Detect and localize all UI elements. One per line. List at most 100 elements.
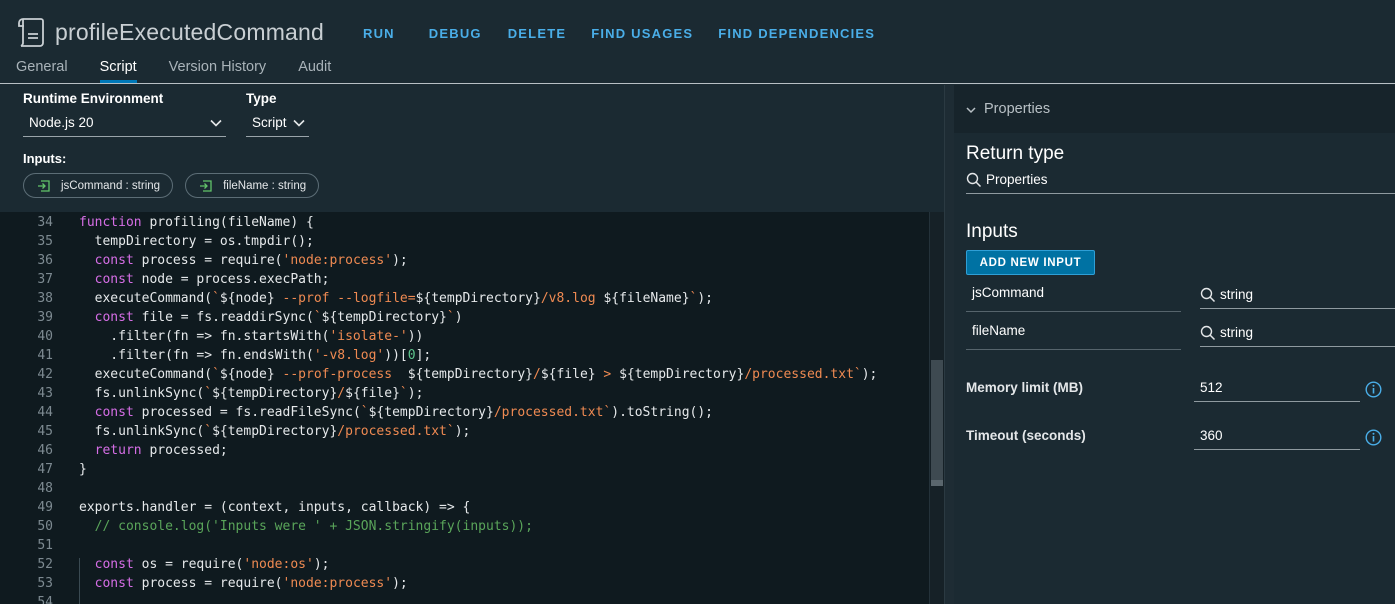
code-text: return processed; bbox=[94, 443, 228, 458]
inputs-label: Inputs: bbox=[23, 151, 67, 166]
code-line[interactable]: 53 const process = require('node:process… bbox=[0, 574, 929, 593]
panel-splitter[interactable] bbox=[944, 85, 954, 604]
editor-scrollbar-marker bbox=[931, 480, 943, 486]
code-line[interactable]: 49 exports.handler = (context, inputs, ca… bbox=[0, 498, 929, 517]
script-config-panel: Runtime Environment Node.js 20 Type Scri… bbox=[0, 85, 944, 212]
input-type-value: string bbox=[1220, 287, 1254, 302]
code-text: tempDirectory = os.tmpdir(); bbox=[79, 234, 314, 249]
input-name-field[interactable]: jsCommand bbox=[966, 284, 1181, 312]
code-line[interactable]: 36 const process = require('node:process… bbox=[0, 251, 929, 270]
code-line[interactable]: 44 const processed = fs.readFileSync(`${… bbox=[0, 403, 929, 422]
input-chip-label: jsCommand : string bbox=[61, 179, 161, 192]
code-line[interactable]: 43 fs.unlinkSync(`${tempDirectory}/${fil… bbox=[0, 384, 929, 403]
line-number: 39 bbox=[37, 310, 53, 325]
add-new-input-button[interactable]: ADD NEW INPUT bbox=[966, 250, 1095, 275]
line-number: 38 bbox=[37, 291, 53, 306]
code-text: exports.handler = (context, inputs, call… bbox=[79, 500, 471, 515]
runtime-environment-select[interactable]: Node.js 20 bbox=[23, 111, 226, 137]
input-name-field[interactable]: fileName bbox=[966, 322, 1181, 350]
line-number: 37 bbox=[37, 272, 53, 287]
code-line[interactable]: 35 tempDirectory = os.tmpdir(); bbox=[0, 232, 929, 251]
code-editor[interactable]: 54 53 const process = require('node:proce… bbox=[0, 212, 944, 604]
editor-scrollbar-thumb[interactable] bbox=[931, 360, 943, 480]
code-line[interactable]: 41 .filter(fn => fn.endsWith('-v8.log'))… bbox=[0, 346, 929, 365]
code-text: fs.unlinkSync(`${tempDirectory}/${file}`… bbox=[79, 386, 424, 401]
header-bar: profileExecutedCommand RUN DEBUG DELETE … bbox=[0, 0, 1395, 84]
line-number: 53 bbox=[37, 576, 53, 591]
find-usages-button[interactable]: FIND USAGES bbox=[591, 26, 693, 41]
code-line[interactable]: 47} bbox=[0, 460, 929, 479]
code-line[interactable]: 45 fs.unlinkSync(`${tempDirectory}/proce… bbox=[0, 422, 929, 441]
script-document-icon bbox=[18, 18, 44, 47]
input-type-value: string bbox=[1220, 325, 1254, 340]
info-icon[interactable] bbox=[1365, 381, 1382, 398]
line-number: 35 bbox=[37, 234, 53, 249]
line-number: 49 bbox=[37, 500, 53, 515]
code-line[interactable]: 46 return processed; bbox=[0, 441, 929, 460]
return-type-field[interactable]: Properties bbox=[966, 166, 1395, 194]
line-number: 47 bbox=[37, 462, 53, 477]
code-text: fs.unlinkSync(`${tempDirectory}/processe… bbox=[79, 424, 471, 439]
code-text: const process = require('node:process'); bbox=[94, 576, 408, 591]
line-number: 40 bbox=[37, 329, 53, 344]
input-param-icon bbox=[200, 179, 212, 192]
page-title: profileExecutedCommand bbox=[55, 19, 325, 45]
find-dependencies-button[interactable]: FIND DEPENDENCIES bbox=[718, 26, 875, 41]
input-chip-jscommand[interactable]: jsCommand : string bbox=[23, 173, 174, 198]
tab-script[interactable]: Script bbox=[99, 59, 137, 83]
line-number: 46 bbox=[37, 443, 53, 458]
line-number: 44 bbox=[37, 405, 53, 420]
code-line[interactable]: 40 .filter(fn => fn.startsWith('isolate-… bbox=[0, 327, 929, 346]
line-number: 36 bbox=[37, 253, 53, 268]
code-line[interactable]: 48 bbox=[0, 479, 929, 498]
code-line[interactable]: 34 function profiling(fileName) { bbox=[0, 213, 929, 232]
code-text: } bbox=[79, 462, 87, 477]
search-icon bbox=[966, 172, 982, 187]
code-text: const processed = fs.readFileSync(`${tem… bbox=[94, 405, 713, 420]
code-line[interactable]: 51 bbox=[0, 536, 929, 555]
code-text: const file = fs.readdirSync(`${tempDirec… bbox=[94, 310, 463, 325]
line-number: 41 bbox=[37, 348, 53, 363]
debug-button[interactable]: DEBUG bbox=[429, 26, 482, 41]
code-text: .filter(fn => fn.startsWith('isolate-')) bbox=[79, 329, 424, 344]
code-line[interactable]: 42 executeCommand(`${node} --prof-proces… bbox=[0, 365, 929, 384]
line-number: 42 bbox=[37, 367, 53, 382]
type-value: Script bbox=[252, 115, 287, 130]
code-line[interactable]: 50 // console.log('Inputs were ' + JSON.… bbox=[0, 517, 929, 536]
line-number: 43 bbox=[37, 386, 53, 401]
tab-bar: General Script Version History Audit bbox=[16, 59, 363, 83]
tab-audit[interactable]: Audit bbox=[298, 59, 331, 83]
tab-general[interactable]: General bbox=[16, 59, 68, 83]
memory-limit-label: Memory limit (MB) bbox=[966, 380, 1084, 395]
input-type-field[interactable]: string bbox=[1200, 281, 1395, 309]
timeout-input[interactable]: 360 bbox=[1194, 424, 1360, 450]
code-line[interactable]: 54 bbox=[0, 593, 929, 604]
code-text: const node = process.execPath; bbox=[94, 272, 330, 287]
delete-button[interactable]: DELETE bbox=[508, 26, 566, 41]
input-param-icon bbox=[38, 179, 50, 192]
inputs-title: Inputs bbox=[966, 221, 1018, 242]
chevron-down-icon bbox=[293, 119, 305, 127]
tab-version-history[interactable]: Version History bbox=[169, 59, 267, 83]
code-line[interactable]: 52 const os = require('node:os'); bbox=[0, 555, 929, 574]
code-line[interactable]: 37 const node = process.execPath; bbox=[0, 270, 929, 289]
run-button[interactable]: RUN bbox=[363, 26, 395, 41]
runtime-environment-label: Runtime Environment bbox=[23, 91, 164, 106]
line-number: 50 bbox=[37, 519, 53, 534]
line-number: 45 bbox=[37, 424, 53, 439]
line-number: 34 bbox=[37, 215, 53, 230]
code-line[interactable]: 38 executeCommand(`${node} --prof --logf… bbox=[0, 289, 929, 308]
memory-limit-input[interactable]: 512 bbox=[1194, 376, 1360, 402]
code-line[interactable]: 39 const file = fs.readdirSync(`${tempDi… bbox=[0, 308, 929, 327]
info-icon[interactable] bbox=[1365, 429, 1382, 446]
line-number: 54 bbox=[37, 595, 53, 604]
input-chip-filename[interactable]: fileName : string bbox=[185, 173, 320, 198]
input-type-field[interactable]: string bbox=[1200, 319, 1395, 347]
code-text: .filter(fn => fn.endsWith('-v8.log'))[0]… bbox=[79, 348, 432, 363]
runtime-environment-value: Node.js 20 bbox=[29, 115, 94, 130]
return-type-value: Properties bbox=[986, 172, 1048, 187]
line-number: 48 bbox=[37, 481, 53, 496]
properties-header[interactable]: Properties bbox=[954, 85, 1395, 133]
type-select[interactable]: Script bbox=[246, 111, 309, 137]
indent-guide bbox=[79, 558, 80, 604]
